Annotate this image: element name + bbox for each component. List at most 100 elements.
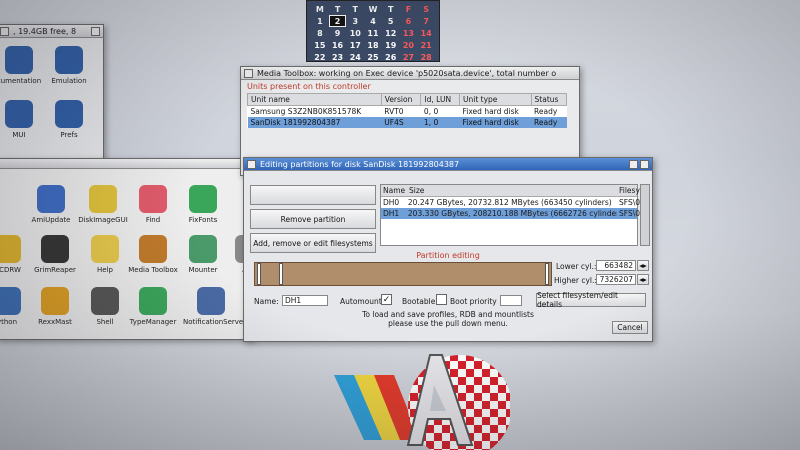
calendar-day[interactable]: 17 [346, 39, 364, 51]
desktop-icon[interactable]: GrimReaper [27, 235, 83, 274]
desktop-icon[interactable]: FixFonts [175, 185, 231, 224]
calendar-day[interactable]: 19 [382, 39, 400, 51]
desktop-icon[interactable]: cumentation [0, 46, 47, 85]
desktop-icon[interactable]: Media Toolbox [125, 235, 181, 274]
icon-label: AmiUpdate [31, 216, 71, 224]
media-toolbox-titlebar[interactable]: Media Toolbox: working on Exec device 'p… [241, 67, 579, 80]
calendar-day[interactable]: 16 [329, 39, 347, 51]
partition-handle-right[interactable] [545, 263, 549, 285]
calendar-day[interactable]: 9 [329, 27, 347, 39]
table-row[interactable]: SanDisk 181992804387 UF4S 1, 0 Fixed hard d… [247, 117, 567, 128]
desktop-icon[interactable]: Emulation [41, 46, 97, 85]
close-icon[interactable] [247, 159, 256, 169]
calendar-day[interactable]: 8 [311, 27, 329, 39]
desktop-icon[interactable]: Prefs [41, 100, 97, 139]
partition-size: 20.247 GBytes, 20732.812 MBytes (663450 … [407, 198, 612, 207]
partition-handle-mid[interactable] [279, 263, 283, 285]
calendar-day[interactable]: 7 [417, 15, 435, 27]
higher-cyl-stepper[interactable]: ◂▸ [637, 274, 649, 285]
partition-size: 203.330 GBytes, 208210.188 MBytes (66627… [407, 209, 617, 218]
list-item[interactable]: DH1 203.330 GBytes, 208210.188 MBytes (66… [381, 208, 640, 219]
icon-label: Emulation [51, 77, 87, 85]
table-cell: 1, 0 [420, 117, 460, 128]
depth-icon[interactable] [640, 159, 649, 169]
remove-partition-button[interactable]: Remove partition [250, 209, 376, 229]
partition-editing-title: Partition editing [416, 251, 480, 260]
calendar-day[interactable]: 3 [346, 15, 364, 27]
calendar-day[interactable]: 15 [311, 39, 329, 51]
boot-priority-field[interactable] [500, 295, 522, 306]
calendar-day[interactable]: 24 [346, 51, 364, 63]
name-field[interactable]: DH1 [282, 295, 328, 306]
zoom-icon[interactable] [629, 159, 638, 169]
add-remove-filesystems-button[interactable]: Add, remove or edit filesystems [250, 233, 376, 253]
calendar-day[interactable]: 4 [364, 15, 382, 27]
desktop-icon[interactable]: MUI [0, 100, 47, 139]
units-column-header[interactable]: Unit type [459, 93, 532, 106]
calendar-day[interactable]: 18 [364, 39, 382, 51]
desktop-icon[interactable]: NotificationServer [183, 287, 246, 326]
calendar-day[interactable]: 22 [311, 51, 329, 63]
icon-label: RexxMast [38, 318, 72, 326]
calendar-day[interactable]: 13 [400, 27, 418, 39]
lower-cyl-label: Lower cyl.: [556, 262, 597, 271]
partition-list[interactable]: Name Size Filesy DH0 20.247 GBytes, 20732… [380, 184, 640, 246]
calendar-day[interactable]: 10 [346, 27, 364, 39]
calendar-day[interactable]: 6 [400, 15, 418, 27]
toolbox-icon [139, 235, 167, 263]
calendar-weekday: M [315, 4, 324, 14]
boot-priority-label: Boot priority [450, 297, 497, 306]
partition-list-scrollbar[interactable] [640, 184, 650, 246]
drawer-titlebar[interactable] [0, 159, 253, 169]
calendar-day[interactable]: 25 [364, 51, 382, 63]
drawer-title: , 19.4GB free, 8 [13, 26, 77, 36]
desktop-icon[interactable]: AmiUpdate [23, 185, 79, 224]
lower-cyl-stepper[interactable]: ◂▸ [637, 260, 649, 271]
calendar-day[interactable]: 27 [400, 51, 418, 63]
calendar-day[interactable]: 11 [364, 27, 382, 39]
close-icon[interactable] [0, 26, 9, 36]
cancel-button[interactable]: Cancel [612, 321, 648, 334]
calendar-day[interactable]: 26 [382, 51, 400, 63]
blank-button[interactable] [250, 185, 376, 205]
calendar-day[interactable]: 2 [328, 15, 347, 27]
depth-icon[interactable] [91, 26, 100, 36]
higher-cyl-field[interactable]: 7326207 [596, 274, 636, 285]
units-column-header[interactable]: Version [380, 93, 422, 106]
desktop-icon[interactable]: TypeManager [125, 287, 181, 326]
col-name: Name [383, 186, 406, 195]
icon-label: FixFonts [188, 216, 218, 224]
partition-bar[interactable] [254, 262, 552, 286]
units-column-header[interactable]: Id, LUN [420, 93, 460, 106]
units-table[interactable]: Unit name Version Id, LUN Unit type Status S… [247, 93, 568, 128]
drawer-titlebar[interactable]: , 19.4GB free, 8 [0, 25, 103, 38]
desktop-icon[interactable]: DiskImageGUI [75, 185, 131, 224]
table-cell: Fixed hard disk [459, 117, 532, 128]
calendar-day[interactable]: 28 [417, 51, 435, 63]
edit-partitions-window[interactable]: Editing partitions for disk SanDisk 1819… [243, 157, 653, 342]
desktop-icon[interactable]: RexxMast [27, 287, 83, 326]
edit-partitions-titlebar[interactable]: Editing partitions for disk SanDisk 1819… [244, 158, 652, 171]
calendar-day[interactable]: 5 [382, 15, 400, 27]
calendar-day[interactable]: 23 [329, 51, 347, 63]
crown-icon [41, 287, 69, 315]
select-filesystem-button[interactable]: Select filesystem/edit details [536, 291, 646, 309]
drawer-window-utilities[interactable]: AmiUpdateDiskImageGUIFindFixFontsMCDRWGr… [0, 158, 263, 340]
table-row[interactable]: Samsung S3Z2NB0K851578K RVT0 0, 0 Fixed har… [248, 106, 567, 118]
desktop-icon[interactable]: Find [125, 185, 181, 224]
calendar-day[interactable]: 12 [382, 27, 400, 39]
calendar-day[interactable]: 21 [417, 39, 435, 51]
table-cell: 0, 0 [423, 107, 439, 116]
calendar-day[interactable]: 14 [417, 27, 435, 39]
partition-handle-left[interactable] [257, 263, 261, 285]
drawer-window-top[interactable]: , 19.4GB free, 8 cumentation Emulation MUI… [0, 24, 104, 174]
units-column-header[interactable]: Status [530, 93, 568, 106]
lower-cyl-field[interactable]: 663482 [596, 260, 636, 271]
calendar-day[interactable]: 1 [311, 15, 329, 27]
units-column-header[interactable]: Unit name [247, 93, 382, 106]
bootable-checkbox[interactable] [436, 294, 447, 305]
automount-checkbox[interactable]: ✓ [381, 294, 392, 305]
list-item[interactable]: DH0 20.247 GBytes, 20732.812 MBytes (6634… [381, 197, 640, 208]
calendar-day[interactable]: 20 [400, 39, 418, 51]
close-icon[interactable] [244, 68, 253, 78]
